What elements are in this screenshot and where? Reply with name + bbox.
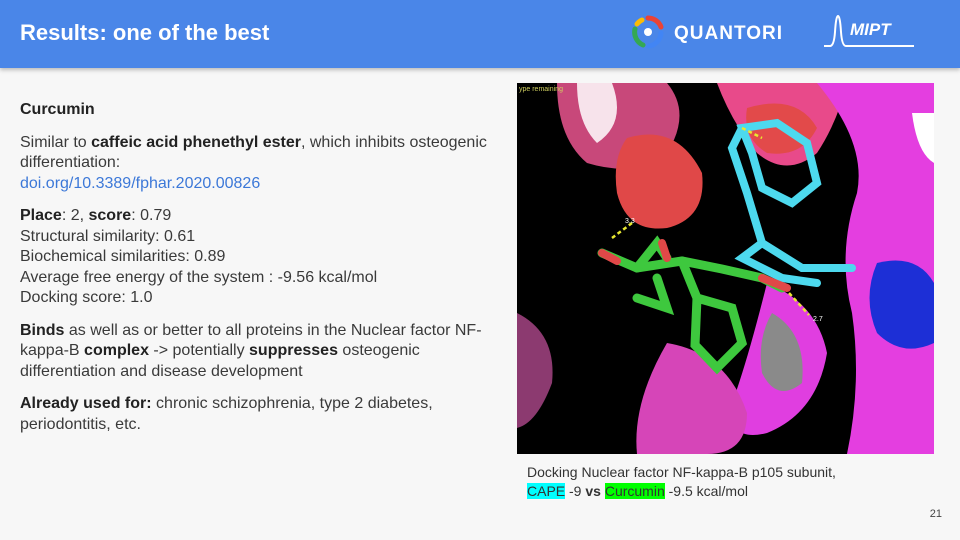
cape-name: caffeic acid phenethyl ester — [91, 133, 301, 151]
figure-corner-text: ype remaining — [519, 86, 563, 93]
slide-header: Results: one of the best QUANTORI MIPT — [0, 0, 960, 68]
free-energy: Average free energy of the system : -9.5… — [20, 268, 378, 286]
distance-label-1: 3.3 — [625, 218, 635, 225]
cape-highlight: CAPE — [527, 483, 566, 499]
docking-score: Docking score: 1.0 — [20, 289, 153, 306]
curcumin-highlight: Curcumin — [604, 483, 665, 499]
metrics-paragraph: Place: 2, score: 0.79 Structural similar… — [20, 207, 378, 306]
content-text: Curcumin Similar to caffeic acid pheneth… — [20, 100, 500, 447]
quantori-logo-icon — [632, 15, 664, 49]
similarity-paragraph: Similar to caffeic acid phenethyl ester,… — [20, 133, 487, 192]
docking-image: 3.3 2.7 ype remaining — [517, 83, 934, 454]
docking-visualization: 3.3 2.7 ype remaining — [517, 83, 934, 454]
binds-paragraph: Binds as well as or better to all protei… — [20, 321, 482, 380]
mipt-wordmark: MIPT — [850, 20, 891, 39]
page-number: 21 — [929, 508, 942, 520]
doi-link[interactable]: doi.org/10.3389/fphar.2020.00826 — [20, 175, 260, 192]
figure-caption: Docking Nuclear factor NF-kappa-B p105 s… — [527, 464, 836, 499]
slide-title: Results: one of the best — [20, 20, 270, 45]
usage-paragraph: Already used for: chronic schizophrenia,… — [20, 395, 433, 433]
structural-similarity: Structural similarity: 0.61 — [20, 227, 196, 245]
quantori-wordmark: QUANTORI — [674, 23, 783, 44]
biochemical-similarity: Biochemical similarities: 0.89 — [20, 248, 226, 265]
compound-heading: Curcumin — [20, 101, 95, 118]
distance-label-2: 2.7 — [813, 316, 823, 323]
